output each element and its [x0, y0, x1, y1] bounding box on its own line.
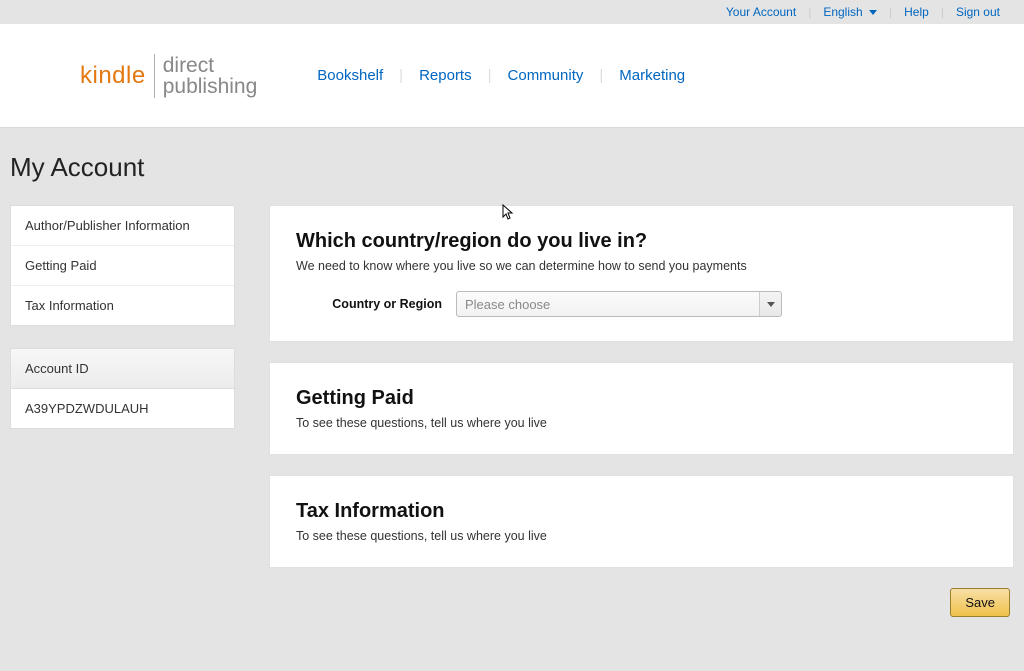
- nav-community[interactable]: Community: [508, 67, 584, 84]
- chevron-down-icon: [869, 10, 877, 15]
- language-label: English: [823, 5, 862, 19]
- country-subtitle: We need to know where you live so we can…: [296, 259, 987, 273]
- getting-paid-subtitle: To see these questions, tell us where yo…: [296, 416, 987, 430]
- help-link[interactable]: Help: [904, 5, 929, 19]
- divider: |: [399, 67, 403, 84]
- save-button[interactable]: Save: [950, 588, 1010, 617]
- logo-publishing: publishing: [163, 76, 258, 97]
- logo-dp: direct publishing: [163, 55, 258, 97]
- layout: Author/Publisher Information Getting Pai…: [10, 205, 1014, 617]
- sidebar-sections: Author/Publisher Information Getting Pai…: [10, 205, 235, 326]
- tax-subtitle: To see these questions, tell us where yo…: [296, 529, 987, 543]
- main-content: Which country/region do you live in? We …: [269, 205, 1014, 617]
- divider: |: [889, 5, 892, 19]
- nav-bookshelf[interactable]: Bookshelf: [317, 67, 383, 84]
- country-title: Which country/region do you live in?: [296, 230, 987, 253]
- country-select-wrap: Please choose: [456, 291, 782, 317]
- logo-direct: direct: [163, 55, 258, 76]
- main-header: kindle direct publishing Bookshelf | Rep…: [0, 24, 1024, 128]
- country-form-row: Country or Region Please choose: [296, 291, 987, 317]
- save-row: Save: [269, 588, 1014, 617]
- main-nav: Bookshelf | Reports | Community | Market…: [317, 67, 685, 84]
- sidebar-item-getting-paid[interactable]: Getting Paid: [11, 246, 234, 286]
- tax-title: Tax Information: [296, 500, 987, 523]
- card-country: Which country/region do you live in? We …: [269, 205, 1014, 342]
- divider: |: [488, 67, 492, 84]
- page-body: My Account Author/Publisher Information …: [0, 128, 1024, 617]
- nav-reports[interactable]: Reports: [419, 67, 472, 84]
- your-account-link[interactable]: Your Account: [726, 5, 796, 19]
- card-tax-info: Tax Information To see these questions, …: [269, 475, 1014, 568]
- utility-bar: Your Account | English | Help | Sign out: [0, 0, 1024, 24]
- sidebar-account-id: Account ID A39YPDZWDULAUH: [10, 348, 235, 429]
- country-field-label: Country or Region: [332, 297, 442, 311]
- language-selector[interactable]: English: [823, 5, 877, 19]
- account-id-label: Account ID: [11, 349, 234, 389]
- sidebar: Author/Publisher Information Getting Pai…: [10, 205, 235, 451]
- sidebar-item-tax-info[interactable]: Tax Information: [11, 286, 234, 325]
- signout-link[interactable]: Sign out: [956, 5, 1000, 19]
- account-id-value: A39YPDZWDULAUH: [11, 389, 234, 428]
- divider: |: [599, 67, 603, 84]
- card-getting-paid: Getting Paid To see these questions, tel…: [269, 362, 1014, 455]
- divider: |: [808, 5, 811, 19]
- logo-separator: [154, 54, 155, 98]
- logo[interactable]: kindle direct publishing: [80, 54, 257, 98]
- page-title: My Account: [10, 152, 1014, 183]
- country-select[interactable]: Please choose: [456, 291, 782, 317]
- nav-marketing[interactable]: Marketing: [619, 67, 685, 84]
- sidebar-item-author-info[interactable]: Author/Publisher Information: [11, 206, 234, 246]
- divider: |: [941, 5, 944, 19]
- logo-kindle: kindle: [80, 62, 146, 90]
- getting-paid-title: Getting Paid: [296, 387, 987, 410]
